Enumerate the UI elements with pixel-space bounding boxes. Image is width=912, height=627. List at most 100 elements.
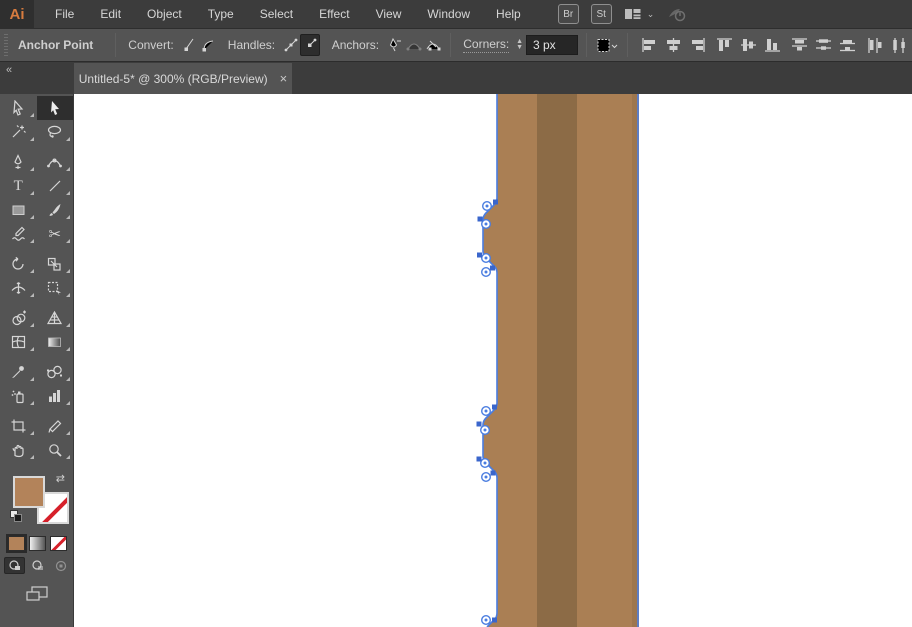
lasso-icon [46,124,63,140]
draw-inside-button[interactable] [50,557,71,574]
align-buttons-vertical [716,37,781,53]
fill-stroke-area: ⇄ [0,470,73,530]
zoom-tool[interactable] [37,438,74,462]
lasso-tool[interactable] [37,120,74,144]
corners-stepper[interactable]: ▲ ▼ [515,39,524,51]
line-segment-tool[interactable] [37,174,74,198]
type-icon: T [14,178,23,195]
artboard-tool[interactable] [0,414,37,438]
collapse-panel-button[interactable]: « [6,64,11,76]
curvature-icon [46,154,63,170]
direct-selection-tool[interactable] [37,96,74,120]
menu-view[interactable]: View [363,0,415,28]
hand-tool[interactable] [0,438,37,462]
workspace-switcher[interactable]: ⌄ [624,7,655,21]
show-handles-button[interactable] [281,34,300,56]
color-button[interactable] [8,536,25,551]
control-bar: Anchor Point Convert: Handles: Anchors: [0,29,912,62]
none-button[interactable] [50,536,67,551]
artboard-canvas[interactable] [74,94,912,627]
align-horizontal-center-icon[interactable] [665,37,682,53]
close-icon[interactable]: × [280,71,288,86]
change-screen-mode-button[interactable] [24,584,50,604]
select-similar-options-button[interactable] [595,34,619,56]
stock-button[interactable]: St [591,4,612,24]
separator [450,33,451,57]
magic-wand-tool[interactable] [0,120,37,144]
convert-to-corner-button[interactable] [180,34,199,56]
distribute-bottom-icon[interactable] [839,37,856,53]
line-segment-icon [47,178,63,194]
rectangle-tool[interactable] [0,198,37,222]
cut-path-button[interactable] [404,34,423,56]
distribute-vertical-center-icon[interactable] [815,37,832,53]
artboard-icon [10,418,27,434]
scissors-tool[interactable]: ✂ [37,222,74,246]
pen-tool[interactable] [0,150,37,174]
menu-help[interactable]: Help [483,0,534,28]
connect-endpoints-button[interactable] [423,34,442,56]
rotate-icon [10,256,26,272]
eyedropper-tool[interactable] [0,360,37,384]
convert-to-smooth-button[interactable] [199,34,218,56]
default-fill-stroke-icon[interactable] [10,510,23,523]
align-left-icon[interactable] [641,37,658,53]
menu-edit[interactable]: Edit [87,0,134,28]
dark-stripe [537,94,577,627]
symbol-sprayer-tool[interactable] [0,384,37,408]
document-tab[interactable]: Untitled-5* @ 300% (RGB/Preview) × [74,63,292,94]
corners-input[interactable] [526,35,578,55]
illustrator-logo: Ai [0,0,34,29]
draw-normal-button[interactable] [4,557,25,574]
align-right-icon[interactable] [689,37,706,53]
curvature-tool[interactable] [37,150,74,174]
corners-label[interactable]: Corners: [463,37,509,53]
convert-smooth-icon [200,37,216,53]
mesh-tool[interactable] [0,330,37,354]
free-transform-icon [46,280,63,296]
menu-select[interactable]: Select [247,0,306,28]
distribute-horizontal-center-icon[interactable] [890,37,907,53]
draw-behind-button[interactable] [27,557,48,574]
width-tool[interactable] [0,276,37,300]
gradient-button[interactable] [29,536,46,551]
perspective-grid-tool[interactable] [37,306,74,330]
separator [627,33,628,57]
gradient-tool[interactable] [37,330,74,354]
show-handles-icon [283,37,299,53]
menu-file[interactable]: File [42,0,87,28]
scale-icon [46,256,63,272]
magnifier-icon [47,442,63,458]
align-vertical-center-icon[interactable] [740,37,757,53]
selection-tool[interactable] [0,96,37,120]
rotate-tool[interactable] [0,252,37,276]
menu-bar: Ai File Edit Object Type Select Effect V… [0,0,912,29]
menu-window[interactable]: Window [414,0,483,28]
control-bar-grip[interactable] [4,34,8,56]
menu-type[interactable]: Type [195,0,247,28]
hide-handles-button[interactable] [300,34,319,56]
align-top-icon[interactable] [716,37,733,53]
swap-fill-stroke-icon[interactable]: ⇄ [56,472,65,485]
shape-builder-tool[interactable] [0,306,37,330]
handles-label: Handles: [228,38,275,52]
free-transform-tool[interactable] [37,276,74,300]
slice-tool[interactable] [37,414,74,438]
bridge-button[interactable]: Br [558,4,579,24]
fill-swatch[interactable] [13,476,45,508]
distribute-left-icon[interactable] [866,37,883,53]
align-bottom-icon[interactable] [764,37,781,53]
shaper-tool[interactable] [0,222,37,246]
remove-anchor-button[interactable] [385,34,404,56]
scale-tool[interactable] [37,252,74,276]
column-graph-tool[interactable] [37,384,74,408]
blend-tool[interactable] [37,360,74,384]
stepper-down-icon[interactable]: ▼ [515,45,524,51]
paintbrush-tool[interactable] [37,198,74,222]
menu-object[interactable]: Object [134,0,195,28]
distribute-top-icon[interactable] [791,37,808,53]
gpu-performance-icon[interactable] [666,5,688,23]
type-tool[interactable]: T [0,174,37,198]
drawing-mode-buttons [0,551,73,574]
menu-effect[interactable]: Effect [306,0,362,28]
